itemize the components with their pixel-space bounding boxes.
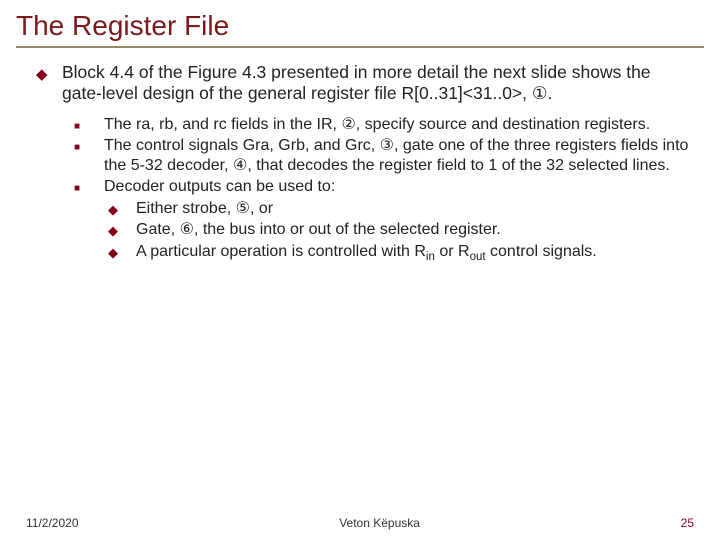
- square-bullet-icon: ■: [74, 177, 104, 197]
- diamond-bullet-icon: ◆: [36, 62, 62, 105]
- list-item: ◆ A particular operation is controlled w…: [108, 242, 692, 264]
- text-run: or R: [435, 243, 470, 260]
- square-bullet-icon: ■: [74, 136, 104, 175]
- title-underline: [16, 46, 704, 48]
- text-run: A particular operation is controlled wit…: [136, 243, 426, 260]
- diamond-bullet-icon: ◆: [108, 199, 136, 219]
- list-item: ◆ Either strobe, ⑤, or: [108, 199, 692, 219]
- text-run: control signals.: [486, 243, 597, 260]
- sub-bullet-text: Decoder outputs can be used to:: [104, 177, 692, 197]
- main-bullet-text: Block 4.4 of the Figure 4.3 presented in…: [62, 62, 692, 105]
- list-item: ◆ Gate, ⑥, the bus into or out of the se…: [108, 220, 692, 240]
- slide-title: The Register File: [0, 0, 720, 46]
- list-item: ■ The ra, rb, and rc fields in the IR, ②…: [74, 115, 692, 135]
- list-item: ■ The control signals Gra, Grb, and Grc,…: [74, 136, 692, 175]
- sub-sub-bullet-text: Either strobe, ⑤, or: [136, 199, 692, 219]
- slide-content: ◆ Block 4.4 of the Figure 4.3 presented …: [0, 62, 720, 264]
- subscript: out: [470, 251, 486, 263]
- square-bullet-icon: ■: [74, 115, 104, 135]
- list-item: ■ Decoder outputs can be used to:: [74, 177, 692, 197]
- sub-bullet-text: The ra, rb, and rc fields in the IR, ②, …: [104, 115, 692, 135]
- footer-date: 11/2/2020: [26, 516, 79, 530]
- list-item: ◆ Block 4.4 of the Figure 4.3 presented …: [36, 62, 692, 105]
- sub-sub-list: ◆ Either strobe, ⑤, or ◆ Gate, ⑥, the bu…: [74, 199, 692, 264]
- footer-author: Veton Këpuska: [339, 516, 420, 530]
- sub-bullet-text: The control signals Gra, Grb, and Grc, ③…: [104, 136, 692, 175]
- diamond-bullet-icon: ◆: [108, 220, 136, 240]
- sub-list: ■ The ra, rb, and rc fields in the IR, ②…: [36, 115, 692, 264]
- subscript: in: [426, 251, 435, 263]
- footer-page-number: 25: [681, 516, 694, 530]
- diamond-bullet-icon: ◆: [108, 242, 136, 264]
- sub-sub-bullet-rinrout: A particular operation is controlled wit…: [136, 242, 692, 264]
- sub-sub-bullet-text: Gate, ⑥, the bus into or out of the sele…: [136, 220, 692, 240]
- slide-footer: 11/2/2020 Veton Këpuska 25: [0, 516, 720, 530]
